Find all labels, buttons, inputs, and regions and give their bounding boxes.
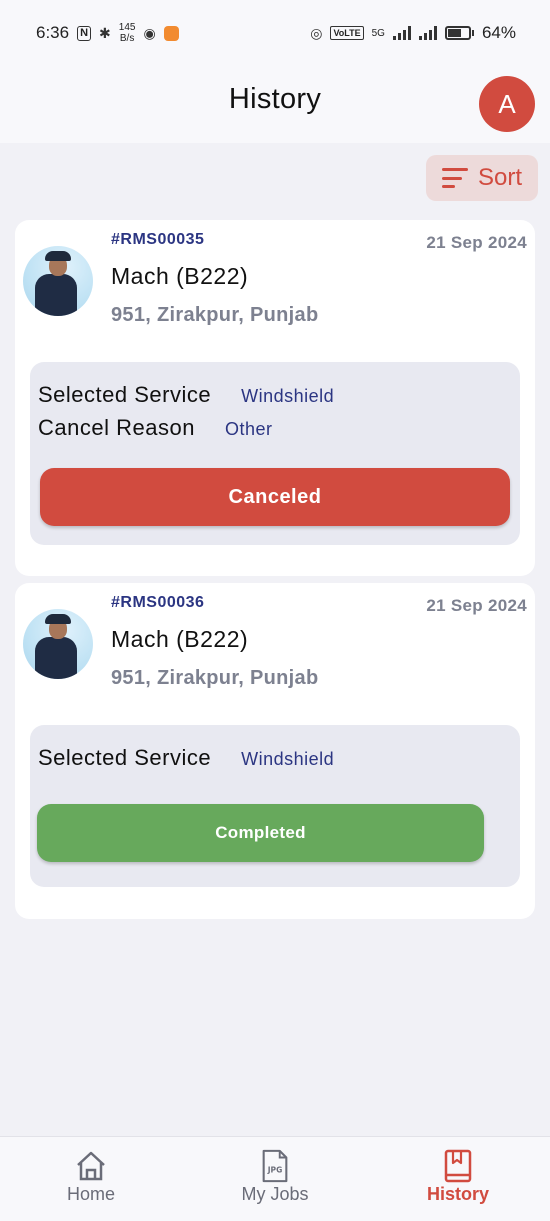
app-notification-icon	[163, 25, 179, 41]
address: 951, Zirakpur, Punjab	[111, 667, 319, 689]
nav-item-my-jobs[interactable]: JPG My Jobs	[215, 1149, 335, 1205]
bottom-navigation: Home JPG My Jobs History	[0, 1136, 550, 1221]
cancel-reason-label: Cancel Reason	[38, 415, 195, 440]
home-icon	[77, 1151, 105, 1181]
nav-label-home: Home	[66, 1184, 115, 1204]
net-speed-unit: B/s	[119, 33, 135, 44]
sort-label: Sort	[477, 164, 522, 191]
order-date: 21 Sep 2024	[426, 233, 527, 252]
canceled-status-button[interactable]: Canceled	[40, 468, 510, 526]
jpg-file-icon: JPG	[262, 1149, 288, 1183]
cancel-reason-value: Other	[224, 419, 273, 439]
address: 951, Zirakpur, Punjab	[111, 304, 319, 326]
app-bar: History A	[0, 66, 550, 143]
bluetooth-icon: ✱	[99, 24, 111, 41]
nav-item-home[interactable]: Home	[31, 1149, 151, 1205]
nav-label-my-jobs: My Jobs	[241, 1184, 309, 1204]
signal-icon	[392, 26, 411, 40]
network-type: 5G	[371, 27, 385, 39]
status-bar-right: ◎ VoLTE 5G 64%	[310, 23, 516, 43]
net-speed-value: 145	[118, 22, 136, 33]
service-details: Selected Service Windshield Cancel Reaso…	[30, 362, 520, 545]
selected-service-label: Selected Service	[38, 382, 212, 407]
completed-status-button[interactable]: Completed	[37, 804, 484, 862]
history-card[interactable]: #RMS00035 21 Sep 2024 Mach (B222) 951, Z…	[15, 220, 535, 576]
nav-label-history: History	[426, 1184, 489, 1204]
customer-avatar	[23, 246, 93, 316]
svg-text:JPG: JPG	[267, 1166, 283, 1175]
notification-icon: ◉	[143, 24, 156, 41]
order-id: #RMS00036	[111, 594, 205, 611]
selected-service-value: Windshield	[241, 749, 335, 769]
profile-avatar-button[interactable]: A	[479, 76, 535, 132]
nav-item-history[interactable]: History	[398, 1149, 518, 1205]
vehicle-name: Mach (B222)	[111, 263, 249, 289]
service-details: Selected Service Windshield Completed	[30, 725, 520, 887]
net-speed: 145 B/s	[119, 22, 136, 44]
history-card[interactable]: #RMS00036 21 Sep 2024 Mach (B222) 951, Z…	[15, 583, 535, 919]
order-id: #RMS00035	[111, 231, 205, 248]
signal-icon-2	[418, 26, 437, 40]
selected-service-value: Windshield	[241, 386, 335, 406]
status-bar-left: 6:36 N ✱ 145 B/s ◉	[36, 22, 179, 44]
selected-service-label: Selected Service	[38, 745, 212, 770]
battery-level: 64%	[481, 23, 516, 42]
status-bar: 6:36 N ✱ 145 B/s ◉ ◎ VoLTE 5G 64%	[0, 0, 550, 66]
sort-button[interactable]: Sort	[426, 155, 538, 201]
vehicle-name: Mach (B222)	[111, 626, 249, 652]
nfc-icon: N	[77, 25, 92, 41]
clock: 6:36	[36, 23, 70, 42]
selected-service-row: Selected Service Windshield	[38, 382, 334, 408]
hotspot-icon: ◎	[310, 24, 323, 41]
selected-service-row: Selected Service Windshield	[38, 745, 334, 771]
order-date: 21 Sep 2024	[426, 596, 527, 615]
customer-avatar	[23, 609, 93, 679]
history-book-icon	[444, 1149, 472, 1183]
volte-icon: VoLTE	[330, 26, 364, 40]
battery-icon	[444, 26, 474, 40]
cancel-reason-row: Cancel Reason Other	[38, 415, 272, 441]
sort-icon	[441, 168, 468, 188]
page-title: History	[228, 83, 322, 115]
